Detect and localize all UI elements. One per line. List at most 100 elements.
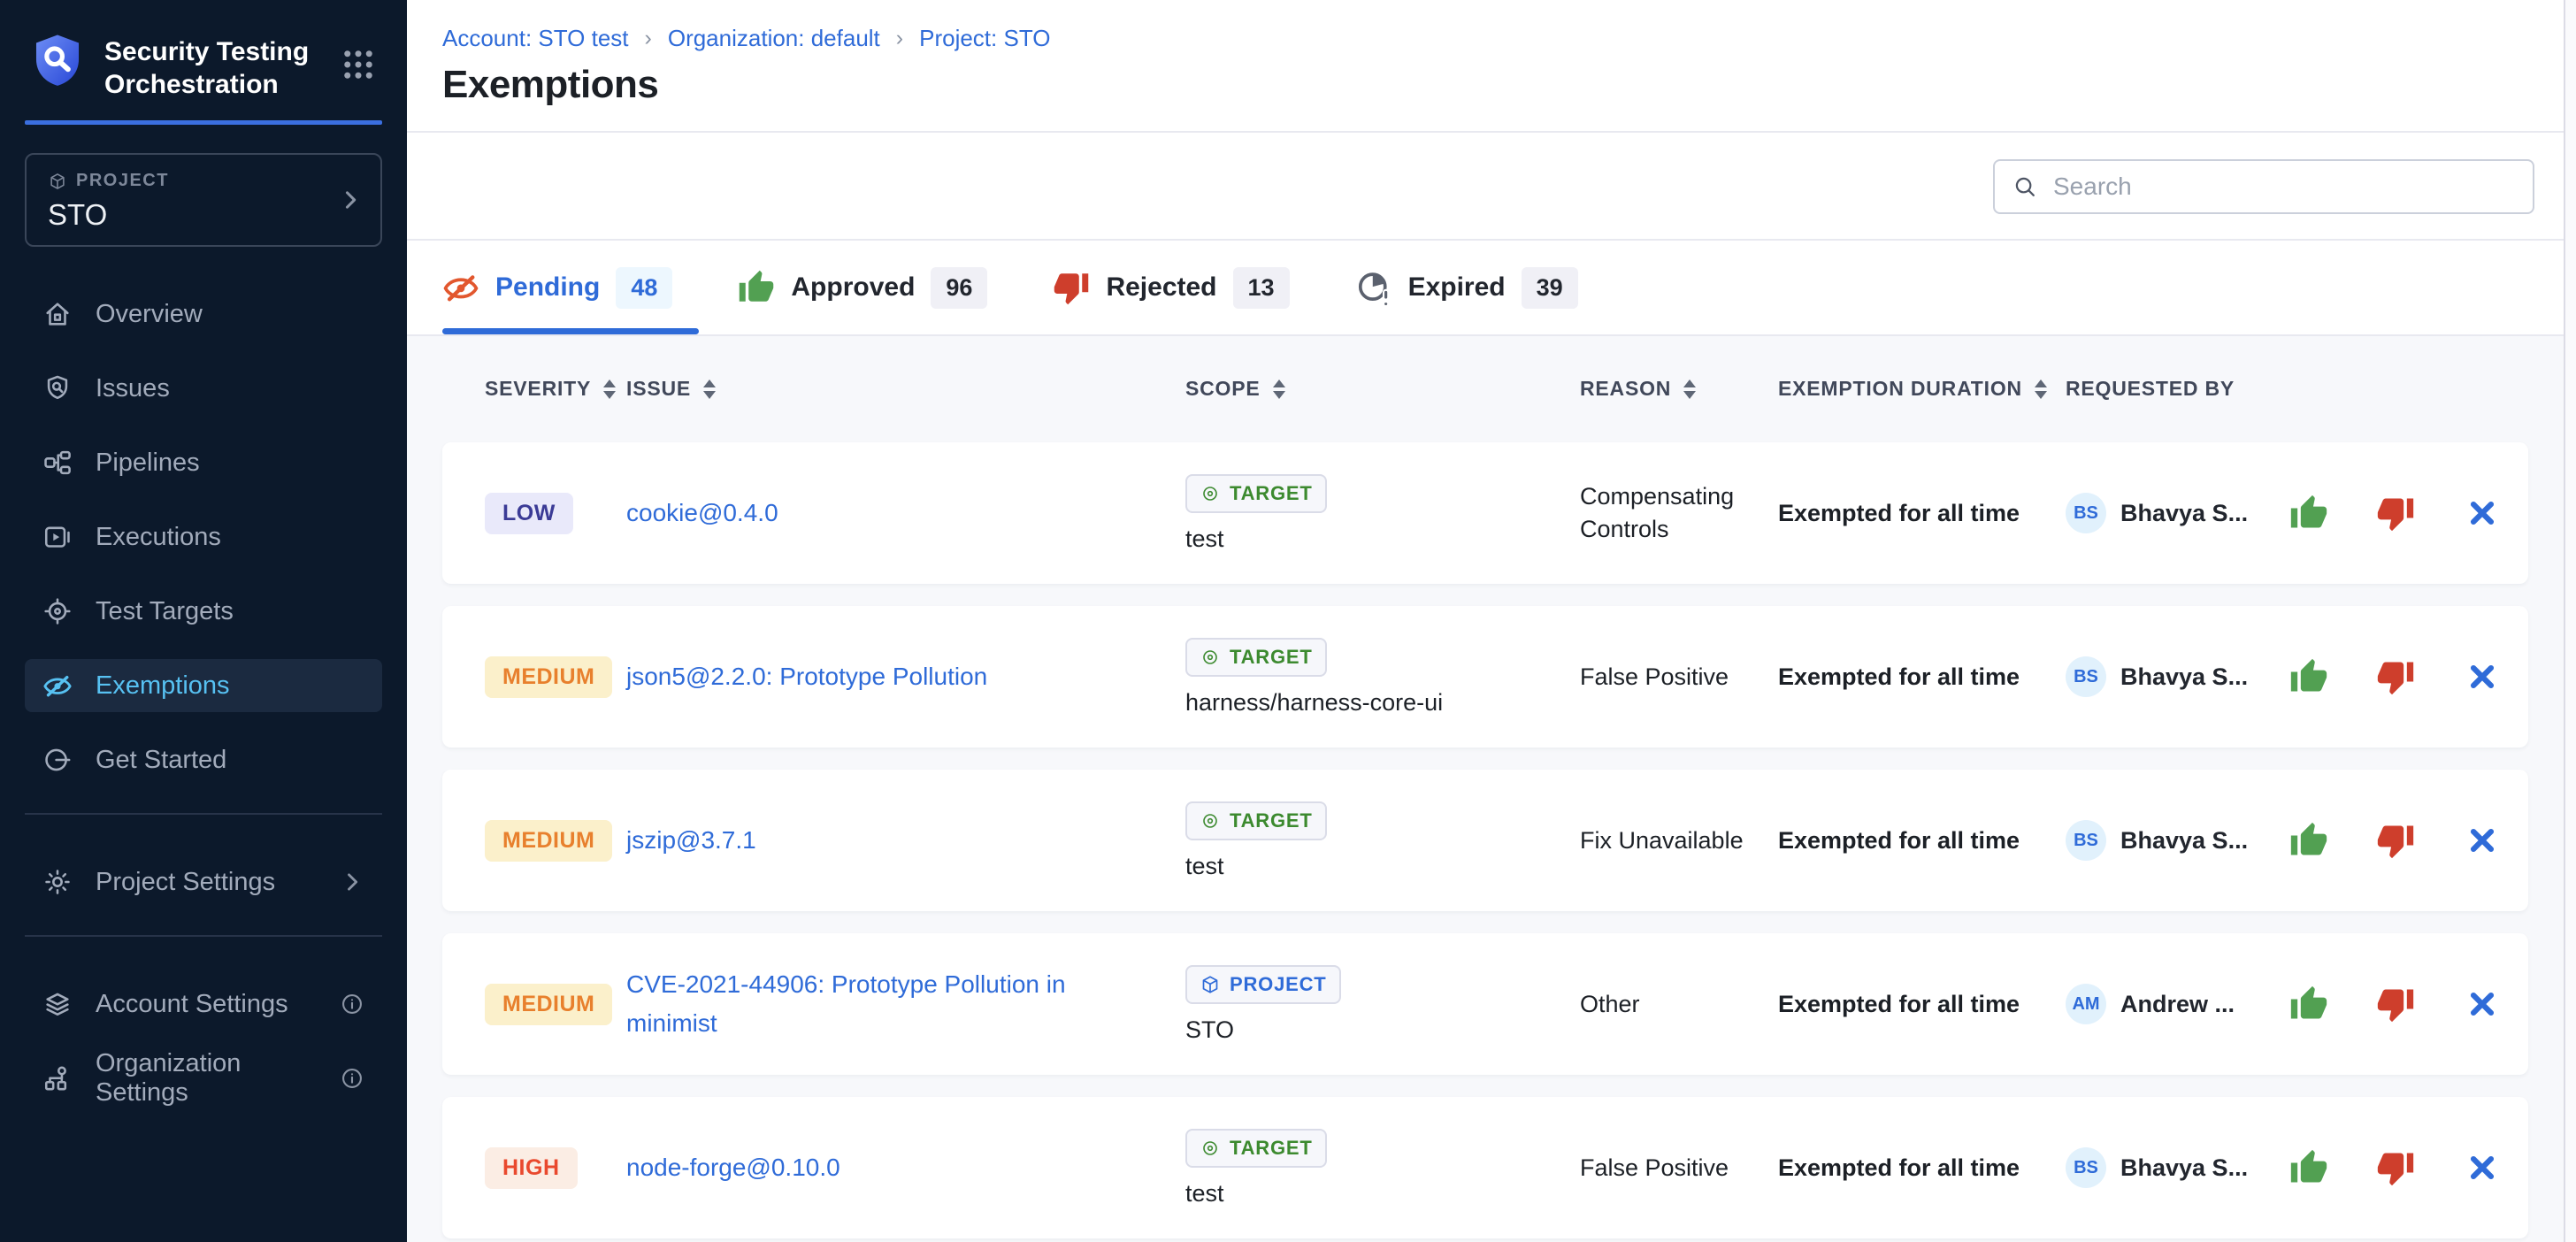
column-header-exemption-duration: EXEMPTION DURATION bbox=[1778, 377, 2066, 401]
sidebar-item-get-started[interactable]: Get Started bbox=[25, 733, 382, 786]
info-icon[interactable] bbox=[340, 1066, 364, 1091]
approve-button[interactable] bbox=[2288, 492, 2330, 534]
avatar: BS bbox=[2066, 493, 2106, 533]
tab-label: Rejected bbox=[1106, 272, 1216, 303]
table-row[interactable]: HIGH node-forge@0.10.0 TARGET test False… bbox=[442, 1097, 2528, 1238]
scope-name: test bbox=[1185, 853, 1224, 880]
tab-rejected[interactable]: Rejected 13 bbox=[1053, 267, 1289, 309]
table-row[interactable]: MEDIUM CVE-2021-44906: Prototype Polluti… bbox=[442, 933, 2528, 1075]
breadcrumb-separator: › bbox=[643, 26, 654, 51]
exemption-duration-text: Exempted for all time bbox=[1778, 991, 2066, 1018]
table-row[interactable]: MEDIUM json5@2.2.0: Prototype Pollution … bbox=[442, 606, 2528, 748]
pending-eye-off-icon bbox=[442, 269, 479, 306]
scope-badge: TARGET bbox=[1185, 1129, 1327, 1168]
row-actions bbox=[2282, 1146, 2528, 1189]
tab-expired[interactable]: Expired 39 bbox=[1355, 267, 1578, 309]
approve-button[interactable] bbox=[2288, 656, 2330, 698]
scope-name: harness/harness-core-ui bbox=[1185, 689, 1443, 717]
expired-clock-icon bbox=[1355, 269, 1392, 306]
sort-control[interactable] bbox=[1273, 380, 1285, 399]
cancel-button[interactable] bbox=[2461, 1146, 2503, 1189]
sidebar-item-executions[interactable]: Executions bbox=[25, 510, 382, 564]
issue-link[interactable]: cookie@0.4.0 bbox=[626, 499, 849, 526]
reject-button[interactable] bbox=[2374, 492, 2417, 534]
breadcrumb-account-link[interactable]: Account: STO test bbox=[442, 25, 629, 52]
requested-by-cell: BS Bhavya S... bbox=[2066, 493, 2282, 533]
tab-pending[interactable]: Pending 48 bbox=[442, 267, 672, 309]
sidebar-item-label: Pipelines bbox=[96, 448, 200, 478]
breadcrumb: Account: STO test › Organization: defaul… bbox=[442, 25, 2528, 52]
column-header-reason: REASON bbox=[1580, 377, 1778, 401]
search-input[interactable] bbox=[2051, 172, 2515, 202]
sidebar-item-test-targets[interactable]: Test Targets bbox=[25, 585, 382, 638]
x-icon bbox=[2467, 498, 2497, 528]
chevron-right-icon bbox=[338, 188, 363, 212]
tab-approved[interactable]: Approved 96 bbox=[738, 267, 987, 309]
sidebar-item-issues[interactable]: Issues bbox=[25, 362, 382, 415]
info-icon[interactable] bbox=[340, 992, 364, 1016]
requested-by-cell: BS Bhavya S... bbox=[2066, 1147, 2282, 1188]
cancel-button[interactable] bbox=[2461, 819, 2503, 862]
sort-control[interactable] bbox=[2035, 380, 2047, 399]
tab-label: Expired bbox=[1408, 272, 1506, 303]
get-started-icon bbox=[42, 745, 73, 775]
cancel-button[interactable] bbox=[2461, 656, 2503, 698]
tab-count-badge: 13 bbox=[1233, 267, 1290, 309]
reason-text: Compensating Controls bbox=[1580, 480, 1778, 546]
x-icon bbox=[2467, 825, 2497, 855]
row-actions bbox=[2282, 492, 2528, 534]
approve-button[interactable] bbox=[2288, 819, 2330, 862]
thumbs-down-icon bbox=[2376, 985, 2415, 1024]
approve-button[interactable] bbox=[2288, 983, 2330, 1025]
breadcrumb-organization-link[interactable]: Organization: default bbox=[668, 25, 880, 52]
vertical-scrollbar[interactable] bbox=[2564, 0, 2576, 1242]
cancel-button[interactable] bbox=[2461, 492, 2503, 534]
sidebar-item-label: Project Settings bbox=[96, 868, 275, 897]
project-selector[interactable]: PROJECT STO bbox=[25, 153, 382, 247]
scope-badge: PROJECT bbox=[1185, 965, 1341, 1004]
scope-badge: TARGET bbox=[1185, 801, 1327, 840]
cancel-button[interactable] bbox=[2461, 983, 2503, 1025]
eye-off-icon bbox=[42, 671, 73, 701]
issue-link[interactable]: node-forge@0.10.0 bbox=[626, 1154, 911, 1181]
table-row[interactable]: MEDIUM jszip@3.7.1 TARGET test Fix Unava… bbox=[442, 770, 2528, 911]
target-scope-icon bbox=[1200, 1138, 1221, 1159]
main-content: Account: STO test › Organization: defaul… bbox=[407, 0, 2576, 1242]
approve-button[interactable] bbox=[2288, 1146, 2330, 1189]
breadcrumb-separator: › bbox=[894, 26, 905, 51]
reject-button[interactable] bbox=[2374, 983, 2417, 1025]
sidebar-item-label: Test Targets bbox=[96, 597, 234, 626]
table-row[interactable]: LOW cookie@0.4.0 TARGET test Compensatin… bbox=[442, 442, 2528, 584]
exemption-duration-text: Exempted for all time bbox=[1778, 827, 2066, 855]
app-switcher-grid-icon[interactable] bbox=[340, 46, 377, 83]
scope-cell: PROJECT STO bbox=[1185, 965, 1580, 1044]
sidebar-item-exemptions[interactable]: Exemptions bbox=[25, 659, 382, 712]
severity-badge: HIGH bbox=[485, 1147, 578, 1189]
severity-badge: LOW bbox=[485, 493, 573, 534]
sort-control[interactable] bbox=[703, 380, 716, 399]
thumbs-down-icon bbox=[1053, 269, 1090, 306]
search-box[interactable] bbox=[1993, 159, 2534, 214]
breadcrumb-project-link[interactable]: Project: STO bbox=[919, 25, 1050, 52]
column-header-scope: SCOPE bbox=[1185, 377, 1580, 401]
reject-button[interactable] bbox=[2374, 1146, 2417, 1189]
sidebar-item-account-settings[interactable]: Account Settings bbox=[25, 978, 382, 1031]
sidebar-item-label: Account Settings bbox=[96, 990, 288, 1019]
sort-control[interactable] bbox=[603, 380, 616, 399]
target-scope-icon bbox=[1200, 810, 1221, 832]
gear-icon bbox=[42, 867, 73, 897]
sidebar-item-project-settings[interactable]: Project Settings bbox=[25, 855, 382, 908]
issue-link[interactable]: CVE-2021-44906: Prototype Pollution in m… bbox=[626, 970, 1066, 1037]
sidebar-item-pipelines[interactable]: Pipelines bbox=[25, 436, 382, 489]
sort-control[interactable] bbox=[1683, 380, 1696, 399]
scope-cell: TARGET test bbox=[1185, 801, 1580, 880]
scope-name: test bbox=[1185, 525, 1224, 553]
sidebar-item-organization-settings[interactable]: Organization Settings bbox=[25, 1052, 382, 1105]
issue-link[interactable]: json5@2.2.0: Prototype Pollution bbox=[626, 663, 1058, 690]
reject-button[interactable] bbox=[2374, 819, 2417, 862]
sidebar-item-label: Overview bbox=[96, 300, 203, 329]
issue-link[interactable]: jszip@3.7.1 bbox=[626, 826, 827, 854]
sidebar-item-overview[interactable]: Overview bbox=[25, 288, 382, 341]
thumbs-down-icon bbox=[2376, 1148, 2415, 1187]
reject-button[interactable] bbox=[2374, 656, 2417, 698]
